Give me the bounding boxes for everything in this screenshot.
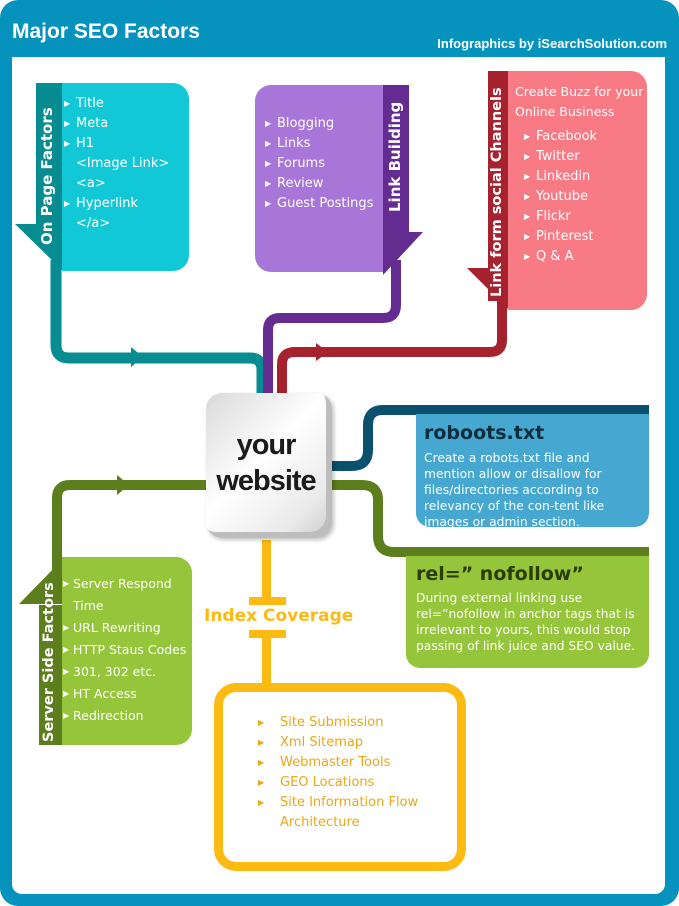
list-item: Time — [73, 598, 104, 613]
bullet-icon: ▶ — [258, 738, 265, 747]
list-item: ▶ HT Access — [62, 683, 192, 705]
bullet-icon: ▶ — [63, 579, 70, 588]
list-item: </a> — [76, 216, 111, 231]
on-page-connector — [50, 260, 268, 395]
server-side-factors-box: ▶ Server Respond Time ▶ URL Rewriting ▶ HTT… — [62, 557, 192, 745]
bullet-icon: ▶ — [258, 778, 265, 787]
on-page-arrow-icon — [131, 347, 143, 367]
list-item: ▶ Meta — [62, 114, 189, 134]
robots-title: roboots.txt — [424, 422, 545, 444]
link-building-box: ▶ Blogging ▶ Links ▶ Forums ▶ Review ▶ Guest … — [255, 85, 383, 272]
list-item: ▶ Title — [62, 94, 189, 114]
list-item: ▶ Q & A — [522, 247, 647, 267]
bullet-icon: ▶ — [524, 172, 531, 181]
list-item: ▶ Hyperlink — [62, 194, 189, 214]
nofollow-box: rel=” nofollow” During external linking … — [406, 556, 649, 668]
bullet-icon: ▶ — [265, 159, 272, 168]
social-channels-box: Create Buzz for your Online Business ▶ Fa… — [508, 71, 647, 310]
link-building-connector — [263, 260, 401, 395]
bullet-icon: ▶ — [524, 132, 531, 141]
list-item: ▶ Guest Postings — [263, 194, 383, 214]
list-item: ▶ Twitter — [522, 147, 647, 167]
nofollow-title: rel=” nofollow” — [416, 563, 584, 585]
bullet-icon: ▶ — [524, 232, 531, 241]
list-item: ▶ Webmaster Tools — [256, 753, 457, 773]
on-page-factors-box: ▶ Title ▶ Meta ▶ H1 <Image Link> <a> ▶ Hyper… — [62, 83, 189, 271]
list-item: ▶ Forums — [263, 154, 383, 174]
list-item: ▶ Linkedin — [522, 167, 647, 187]
social-intro-line1: Create Buzz for your — [515, 84, 644, 99]
list-item: ▶ Site Information Flow — [256, 793, 457, 813]
bullet-icon: ▶ — [63, 689, 70, 698]
list-item: ▶ URL Rewriting — [62, 617, 192, 639]
bullet-icon: ▶ — [64, 119, 71, 128]
bullet-icon: ▶ — [265, 139, 272, 148]
bullet-icon: ▶ — [63, 667, 70, 676]
link-building-banner-tip — [383, 232, 423, 275]
bullet-icon: ▶ — [63, 645, 70, 654]
bullet-icon: ▶ — [258, 798, 265, 807]
index-connector-bottom — [262, 636, 271, 686]
on-page-factors-label: On Page Factors — [38, 107, 56, 245]
list-item: ▶ Youtube — [522, 187, 647, 207]
robots-text: Create a robots.txt file and mention all… — [424, 451, 605, 529]
list-item: ▶ HTTP Staus Codes — [62, 639, 192, 661]
list-item: Architecture — [280, 815, 360, 830]
bullet-icon: ▶ — [265, 119, 272, 128]
list-item: ▶ Redirection — [62, 705, 192, 727]
list-item: ▶ Xml Sitemap — [256, 733, 457, 753]
list-item: ▶ H1 — [62, 134, 189, 154]
bullet-icon: ▶ — [524, 212, 531, 221]
list-item: ▶ 301, 302 etc. — [62, 661, 192, 683]
list-item: <a> — [76, 176, 106, 191]
social-intro-line2: Online Business — [515, 104, 615, 119]
bullet-icon: ▶ — [258, 758, 265, 767]
list-item: ▶ Pinterest — [522, 227, 647, 247]
bullet-icon: ▶ — [64, 99, 71, 108]
nofollow-text: During external linking use rel=”nofollo… — [416, 591, 636, 653]
list-item: <Image Link> — [76, 156, 170, 171]
bullet-icon: ▶ — [63, 711, 70, 720]
bullet-icon: ▶ — [64, 199, 71, 208]
bullet-icon: ▶ — [524, 252, 531, 261]
index-coverage-box: ▶ Site Submission ▶ Xml Sitemap ▶ Webmaster… — [214, 683, 466, 871]
center-line1: your — [236, 429, 297, 461]
index-coverage-label: Index Coverage — [204, 606, 354, 626]
bullet-icon: ▶ — [265, 199, 272, 208]
bullet-icon: ▶ — [258, 718, 265, 727]
list-item: ▶ Site Submission — [256, 713, 457, 733]
bullet-icon: ▶ — [63, 623, 70, 632]
bullet-icon: ▶ — [64, 139, 71, 148]
your-website-node: your website — [206, 393, 332, 538]
list-item: ▶ Flickr — [522, 207, 647, 227]
list-item: ▶ Links — [263, 134, 383, 154]
robots-box: roboots.txt Create a robots.txt file and… — [416, 414, 649, 529]
list-item: ▶ Review — [263, 174, 383, 194]
list-item: ▶ Facebook — [522, 127, 647, 147]
index-connector-top — [262, 540, 271, 597]
bullet-icon: ▶ — [524, 152, 531, 161]
social-arrow-icon — [316, 343, 328, 361]
list-item: ▶ GEO Locations — [256, 773, 457, 793]
bullet-icon: ▶ — [265, 179, 272, 188]
center-line2: website — [216, 465, 316, 497]
index-cap-top — [249, 597, 286, 605]
server-arrow-icon — [117, 475, 129, 495]
list-item: ▶ Blogging — [263, 114, 383, 134]
link-building-label: Link Building — [386, 101, 404, 212]
server-side-factors-label: Server Side Factors — [41, 582, 57, 742]
bullet-icon: ▶ — [524, 192, 531, 201]
list-item: ▶ Server Respond — [62, 573, 192, 595]
social-channels-label: Link form social Channels — [489, 87, 505, 297]
